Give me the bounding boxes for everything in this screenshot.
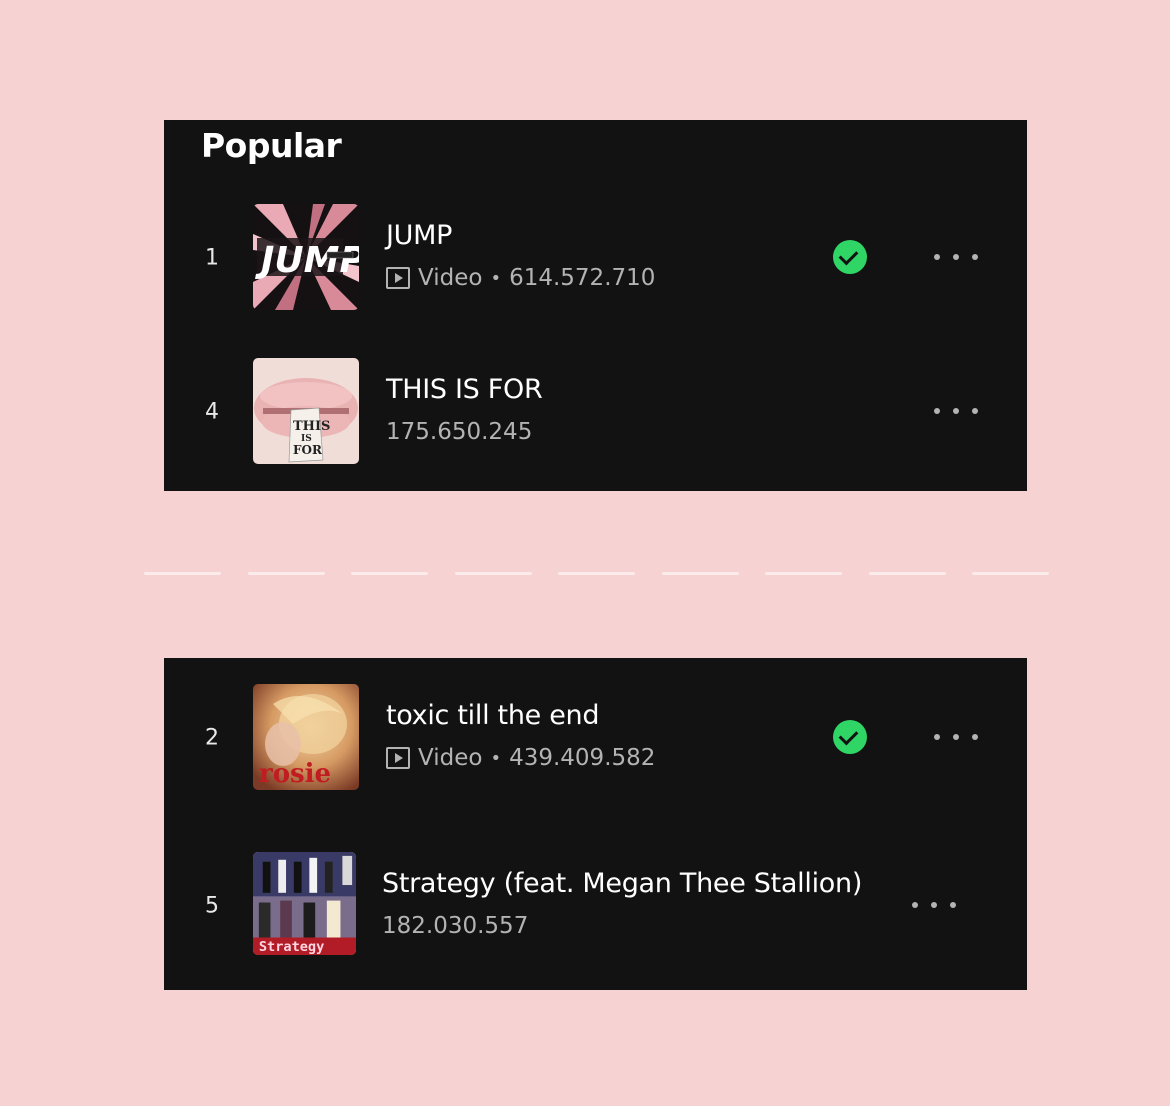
play-count: 439.409.582 — [509, 745, 656, 771]
more-options-button[interactable] — [912, 893, 956, 917]
more-dot — [953, 734, 959, 740]
track-row[interactable]: 4 THIS IS FOR THIS IS FOR 175.650.245 — [164, 358, 1027, 466]
more-dot — [934, 254, 940, 260]
track-rank: 2 — [205, 725, 219, 751]
more-options-button[interactable] — [934, 399, 978, 423]
more-dot — [934, 734, 940, 740]
track-title: toxic till the end — [386, 700, 600, 731]
art-text-strategy: Strategy — [259, 939, 324, 955]
divider-dash — [869, 572, 946, 575]
album-art-jump: JUMP — [253, 204, 359, 310]
more-dot — [953, 254, 959, 260]
play-count: 175.650.245 — [386, 419, 533, 445]
art-text-line-3: FOR — [293, 443, 323, 457]
track-meta: 182.030.557 — [382, 913, 528, 939]
track-title: JUMP — [386, 220, 453, 251]
art-text-line-1: THIS — [293, 419, 330, 434]
divider-dash — [972, 572, 1049, 575]
track-rank: 1 — [205, 245, 219, 271]
meta-type: Video — [418, 745, 483, 771]
album-art-strategy: Strategy — [253, 852, 356, 955]
divider-dash — [662, 572, 739, 575]
more-dot — [972, 254, 978, 260]
saved-check-icon[interactable] — [833, 240, 867, 274]
meta-type: Video — [418, 265, 483, 291]
art-text-rosie: rosie — [259, 759, 331, 789]
video-icon — [386, 267, 410, 289]
divider-dash — [351, 572, 428, 575]
meta-separator: • — [490, 747, 502, 769]
play-count: 614.572.710 — [509, 265, 656, 291]
track-row[interactable]: 5 Strategy Strategy (feat. Megan Thee St… — [164, 852, 1027, 960]
album-art-this-is-for: THIS IS FOR — [253, 358, 359, 464]
meta-separator: • — [490, 267, 502, 289]
track-meta: Video • 439.409.582 — [386, 745, 655, 771]
divider-dash — [144, 572, 221, 575]
track-row[interactable]: 1 JUMP JUMP Video • 614.572.710 — [164, 204, 1027, 312]
more-dot — [934, 408, 940, 414]
art-text-jump: JUMP — [255, 240, 359, 281]
more-options-button[interactable] — [934, 725, 978, 749]
video-icon — [386, 747, 410, 769]
saved-check-icon[interactable] — [833, 720, 867, 754]
more-dot — [972, 408, 978, 414]
divider-dash — [765, 572, 842, 575]
popular-panel: Popular 1 JUMP JUMP Video • 614.572.710 … — [164, 120, 1027, 491]
play-count: 182.030.557 — [382, 913, 529, 939]
section-title: Popular — [201, 126, 342, 165]
track-meta: Video • 614.572.710 — [386, 265, 655, 291]
divider-dash — [248, 572, 325, 575]
track-row[interactable]: 2 rosie toxic till the end Video • 439.4… — [164, 684, 1027, 792]
track-meta: 175.650.245 — [386, 419, 532, 445]
more-options-button[interactable] — [934, 245, 978, 269]
popular-panel-continued: 2 rosie toxic till the end Video • 439.4… — [164, 658, 1027, 990]
album-art-toxic-till-the-end: rosie — [253, 684, 359, 790]
divider-dash — [558, 572, 635, 575]
track-rank: 4 — [205, 399, 219, 425]
track-title: Strategy (feat. Megan Thee Stallion) — [382, 868, 863, 899]
more-dot — [950, 902, 956, 908]
more-dot — [931, 902, 937, 908]
track-title: THIS IS FOR — [386, 374, 543, 405]
divider-dash — [455, 572, 532, 575]
track-rank: 5 — [205, 893, 219, 919]
more-dot — [953, 408, 959, 414]
more-dot — [972, 734, 978, 740]
more-dot — [912, 902, 918, 908]
